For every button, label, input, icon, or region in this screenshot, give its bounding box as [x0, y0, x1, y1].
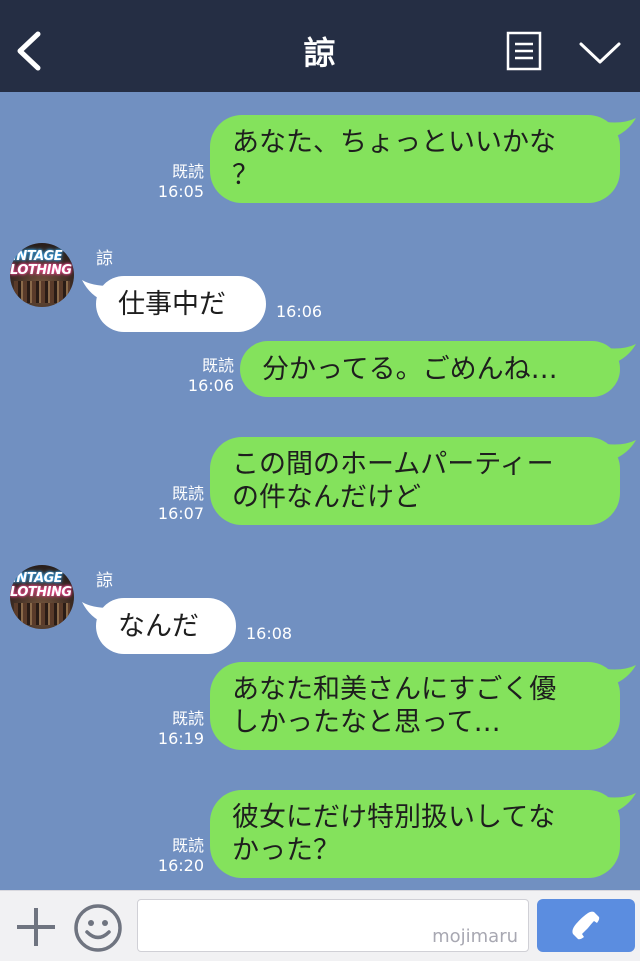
avatar-sign-top: INTAGE [12, 571, 63, 586]
message-line: あなた、ちょっといいかな [232, 127, 556, 158]
message-bubble[interactable]: 分かってる。ごめんね… [240, 341, 620, 397]
avatar-sign-top: INTAGE [12, 249, 63, 264]
message-bubble[interactable]: 仕事中だ [96, 276, 266, 332]
message-time: 16:06 [276, 302, 323, 321]
bubble-tail [606, 793, 636, 813]
message-line: の件なんだけど [232, 482, 421, 513]
message-time: 16:08 [246, 624, 293, 643]
message-bubble[interactable]: 彼女にだけ特別扱いしてな かった？ [210, 790, 620, 878]
message-line: あなた和美さんにすごく優 [232, 674, 557, 705]
watermark: mojimaru [432, 926, 518, 947]
avatar-sign-bottom: LOTHING [10, 585, 72, 600]
sender-name: 諒 [96, 249, 113, 269]
message-line: この間のホームパーティー [232, 449, 554, 480]
read-receipt: 既読 [171, 162, 204, 181]
message-time: 16:07 [157, 504, 204, 523]
smiley-icon[interactable] [73, 903, 123, 953]
read-receipt: 既読 [171, 836, 204, 855]
chat-title: 諒 [303, 34, 337, 72]
bubble-tail [606, 665, 636, 685]
message-input-bar: mojimaru [0, 890, 640, 961]
message-bubble[interactable]: なんだ [96, 598, 236, 654]
bubble-tail [606, 440, 636, 460]
message-time: 16:05 [157, 182, 204, 201]
read-receipt: 既読 [171, 484, 204, 503]
message-input[interactable]: mojimaru [137, 899, 529, 952]
plus-icon[interactable] [14, 905, 58, 949]
list-menu-icon[interactable] [506, 31, 542, 71]
phone-icon [572, 911, 600, 940]
chat-header: 諒 [0, 0, 640, 92]
message-line: しかったなと思って… [232, 707, 501, 738]
avatar-sign-bottom: LOTHING [10, 263, 72, 278]
read-receipt: 既読 [201, 356, 234, 375]
message-time: 16:20 [157, 856, 204, 875]
message-bubble[interactable]: あなた、ちょっといいかな ？ [210, 115, 620, 203]
message-bubble[interactable]: あなた和美さんにすごく優 しかったなと思って… [210, 662, 620, 750]
bubble-tail [606, 344, 636, 364]
message-line: 仕事中だ [118, 288, 226, 320]
avatar[interactable]: INTAGE LOTHING [10, 565, 74, 629]
message-line: 分かってる。ごめんね… [262, 353, 558, 385]
message-line: なんだ [118, 610, 199, 642]
sender-name: 諒 [96, 571, 113, 591]
message-time: 16:06 [187, 376, 234, 395]
message-line: 彼女にだけ特別扱いしてな [232, 802, 556, 833]
message-line: かった？ [232, 835, 340, 866]
avatar[interactable]: INTAGE LOTHING [10, 243, 74, 307]
message-line: ？ [232, 160, 259, 191]
call-button[interactable] [537, 899, 635, 952]
message-bubble[interactable]: この間のホームパーティー の件なんだけど [210, 437, 620, 525]
bubble-tail [606, 118, 636, 138]
read-receipt: 既読 [171, 709, 204, 728]
chevron-down-icon[interactable] [578, 38, 622, 66]
message-time: 16:19 [157, 729, 204, 748]
